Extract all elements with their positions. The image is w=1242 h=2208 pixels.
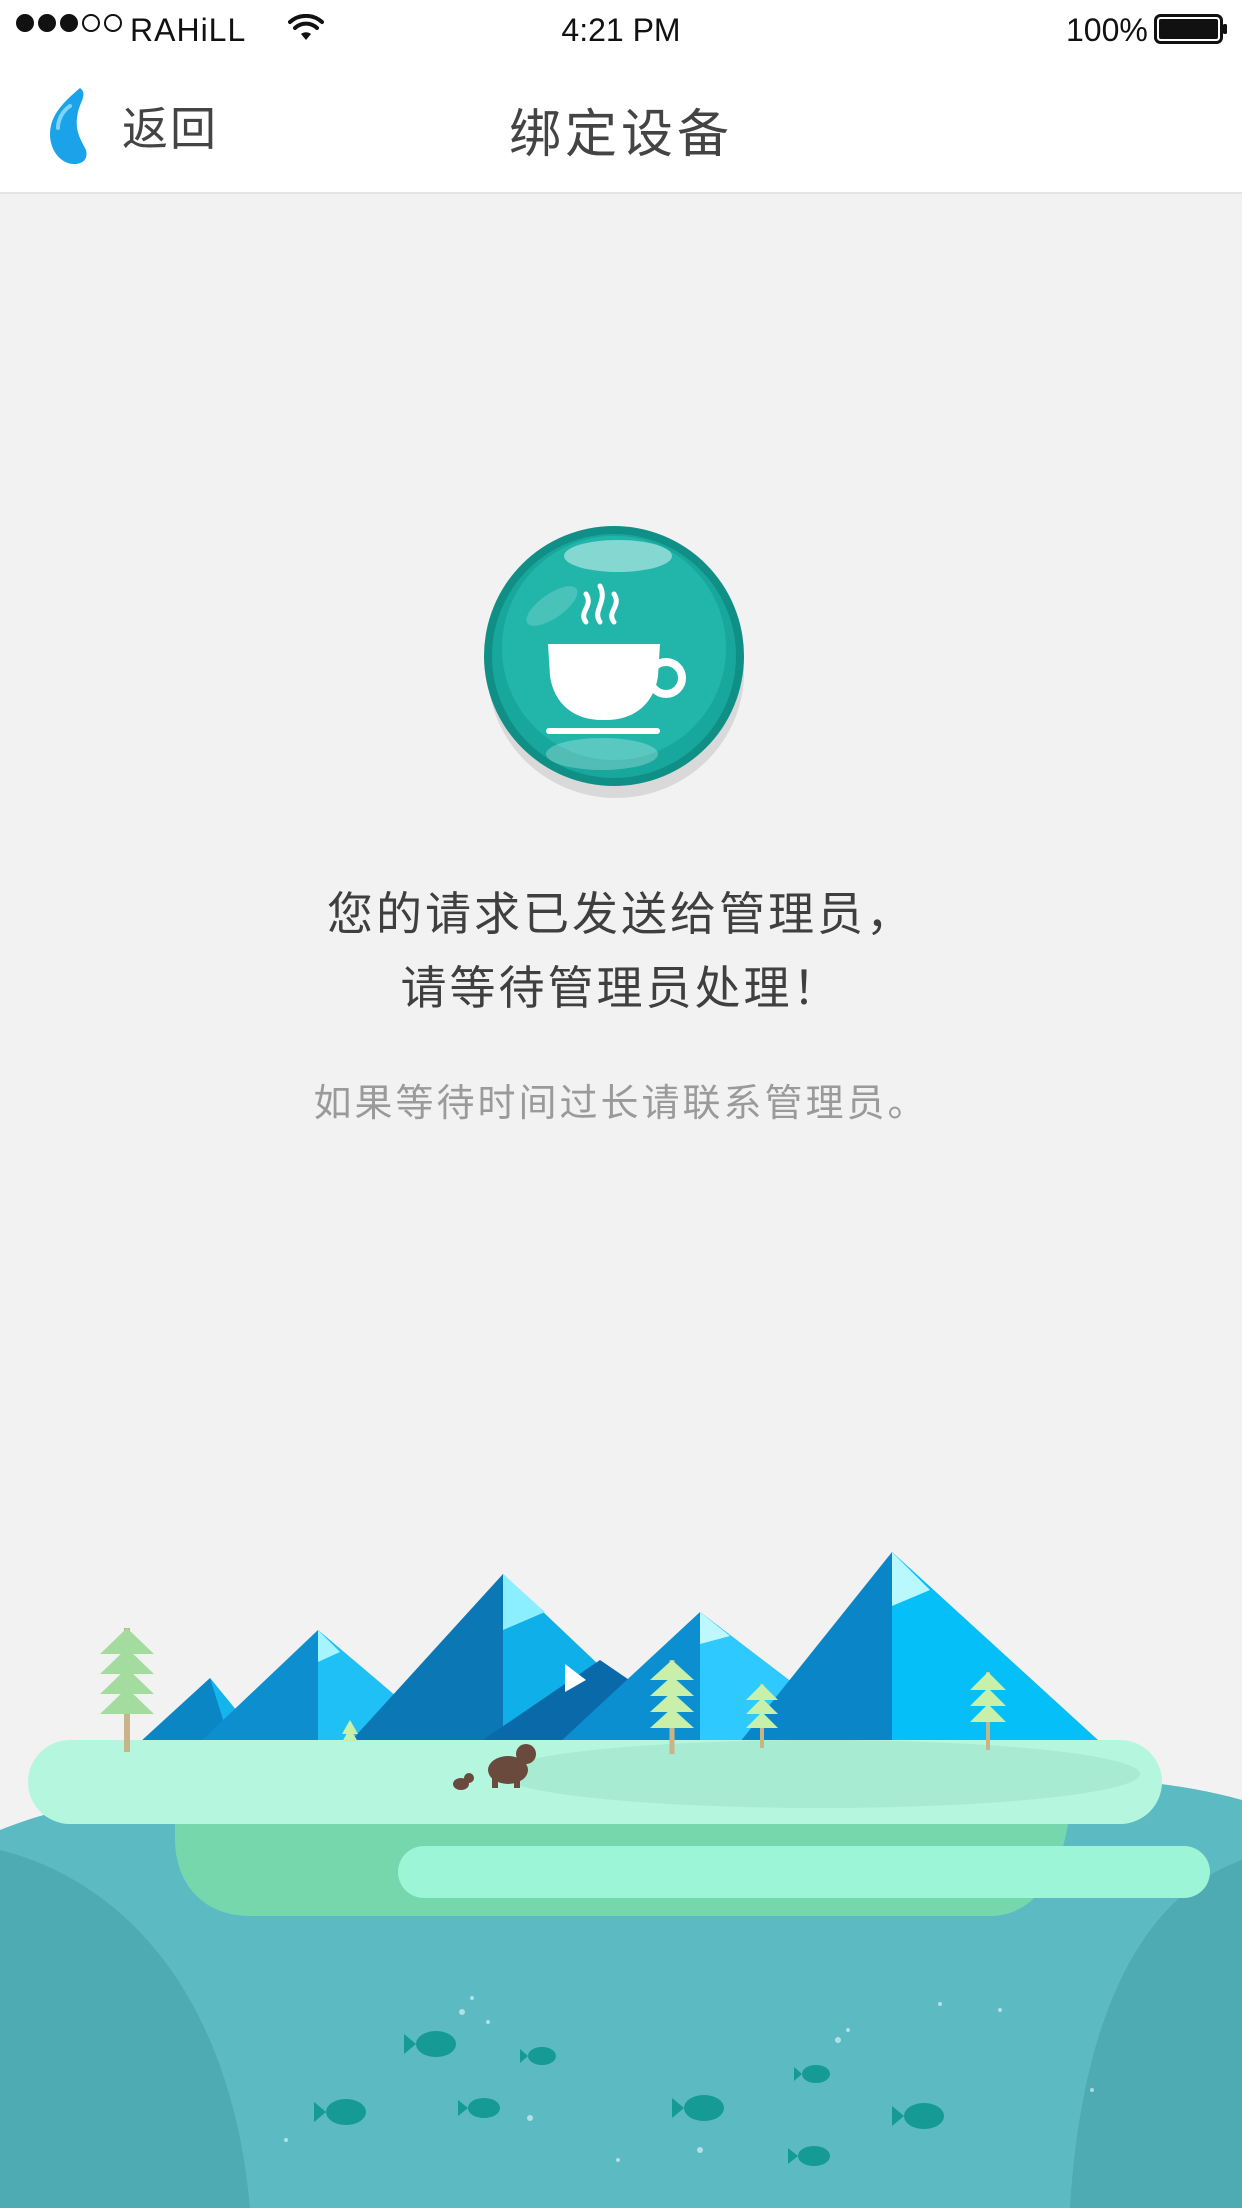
coffee-cup-icon [484, 526, 744, 798]
battery-icon [1154, 14, 1227, 44]
mountain-lake-illustration [0, 1552, 1242, 2208]
navigation-bar: 返回 绑定设备 [0, 60, 1242, 194]
battery-percent: 100% [1066, 12, 1148, 48]
wait-message: 请等待管理员处理！ [400, 961, 842, 1015]
page-title: 绑定设备 [508, 105, 733, 165]
request-sent-message: 您的请求已发送给管理员， [327, 887, 915, 941]
status-bar: RAHiLL 4:21 PM 100% [0, 0, 1242, 60]
status-time: 4:21 PM [561, 12, 681, 48]
contact-admin-hint: 如果等待时间过长请联系管理员。 [313, 1081, 929, 1125]
